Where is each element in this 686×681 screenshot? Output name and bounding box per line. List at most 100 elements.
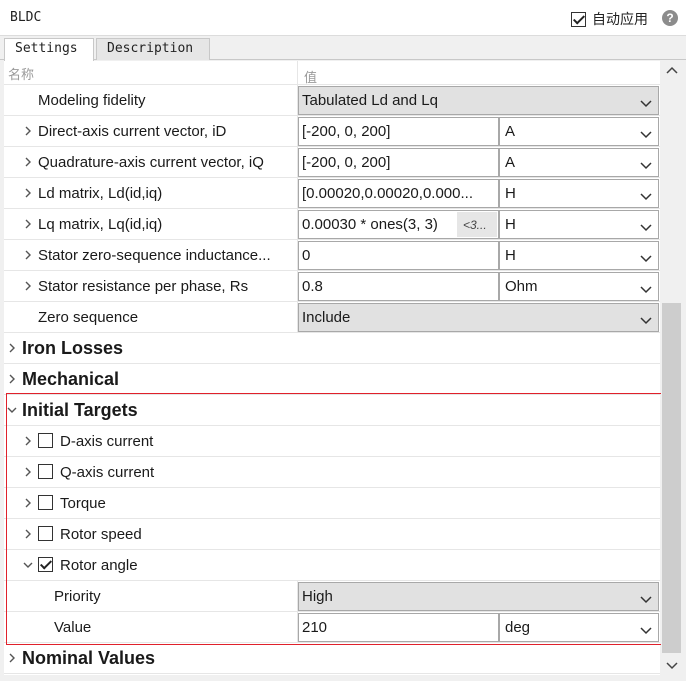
chevron-right-icon[interactable] — [6, 652, 18, 664]
value-column-header: 值 — [304, 70, 318, 85]
lq-matrix-unit-dropdown[interactable]: H — [499, 210, 659, 239]
iq-vector-input[interactable]: [-200, 0, 200] — [298, 148, 499, 177]
q-axis-checkbox[interactable] — [38, 464, 53, 479]
scrollbar-thumb[interactable] — [662, 303, 681, 653]
target-row-value: Value 210 deg — [4, 612, 660, 643]
chevron-down-icon — [640, 189, 652, 201]
chevron-down-icon — [640, 251, 652, 263]
rotor-angle-checkbox[interactable] — [38, 557, 53, 572]
window-title: BLDC — [10, 10, 42, 25]
rotor-angle-unit-dropdown[interactable]: deg — [499, 613, 659, 642]
chevron-down-icon — [640, 592, 652, 604]
torque-checkbox[interactable] — [38, 495, 53, 510]
stator-zero-seq-unit-dropdown[interactable]: H — [499, 241, 659, 270]
target-row-rotor-angle: Rotor angle — [4, 550, 660, 581]
target-label: Q-axis current — [60, 463, 155, 481]
target-label: Rotor speed — [60, 525, 142, 543]
chevron-right-icon[interactable] — [22, 528, 34, 540]
iq-vector-unit-dropdown[interactable]: A — [499, 148, 659, 177]
param-row-lq-matrix: Lq matrix, Lq(id,iq) 0.00030 * ones(3, 3… — [4, 209, 660, 240]
target-row-priority: Priority High — [4, 581, 660, 612]
ld-matrix-unit-dropdown[interactable]: H — [499, 179, 659, 208]
stator-resistance-unit-dropdown[interactable]: Ohm — [499, 272, 659, 301]
chevron-right-icon[interactable] — [22, 249, 34, 261]
target-row-rotor-speed: Rotor speed — [4, 519, 660, 550]
chevron-right-icon[interactable] — [22, 125, 34, 137]
rotor-speed-checkbox[interactable] — [38, 526, 53, 541]
chevron-right-icon[interactable] — [6, 373, 18, 385]
target-label: Torque — [60, 494, 106, 512]
section-mechanical[interactable]: Mechanical — [4, 364, 660, 395]
param-row-iq-vector: Quadrature-axis current vector, iQ [-200… — [4, 147, 660, 178]
name-column-header: 名称 — [8, 66, 35, 82]
section-label: Nominal Values — [22, 647, 156, 668]
tab-description[interactable]: Description — [96, 38, 210, 60]
ld-matrix-input[interactable]: [0.00020,0.00020,0.000... — [298, 179, 499, 208]
scroll-down-arrow-icon[interactable] — [661, 657, 682, 675]
target-row-torque: Torque — [4, 488, 660, 519]
title-bar: BLDC 自动应用 ? — [0, 0, 686, 36]
modeling-fidelity-dropdown[interactable]: Tabulated Ld and Lq — [298, 86, 659, 115]
matrix-size-tag[interactable]: <3... — [457, 212, 497, 237]
chevron-down-icon[interactable] — [22, 559, 34, 571]
lq-matrix-input[interactable]: 0.00030 * ones(3, 3) <3... — [298, 210, 499, 239]
chevron-right-icon[interactable] — [22, 497, 34, 509]
section-initial-targets[interactable]: Initial Targets — [4, 395, 660, 426]
param-row-stator-zero-sequence: Stator zero-sequence inductance... 0 H — [4, 240, 660, 271]
param-row-id-vector: Direct-axis current vector, iD [-200, 0,… — [4, 116, 660, 147]
section-label: Iron Losses — [22, 337, 124, 358]
id-vector-unit-dropdown[interactable]: A — [499, 117, 659, 146]
param-row-modeling-fidelity: Modeling fidelity Tabulated Ld and Lq — [4, 85, 660, 116]
chevron-down-icon — [640, 623, 652, 635]
chevron-down-icon — [640, 158, 652, 170]
param-label: Zero sequence — [38, 308, 139, 326]
priority-dropdown[interactable]: High — [298, 582, 659, 611]
id-vector-input[interactable]: [-200, 0, 200] — [298, 117, 499, 146]
vertical-scrollbar[interactable] — [661, 61, 682, 675]
chevron-right-icon[interactable] — [22, 435, 34, 447]
chevron-right-icon[interactable] — [22, 218, 34, 230]
chevron-down-icon — [640, 220, 652, 232]
param-label: Lq matrix, Lq(id,iq) — [38, 215, 163, 233]
zero-sequence-dropdown[interactable]: Include — [298, 303, 659, 332]
section-label: Mechanical — [22, 368, 120, 389]
grid-header: 名称 值 — [4, 61, 660, 85]
param-label: Ld matrix, Ld(id,iq) — [38, 184, 163, 202]
target-row-d-axis: D-axis current — [4, 426, 660, 457]
section-nominal-values[interactable]: Nominal Values — [4, 643, 660, 674]
param-row-ld-matrix: Ld matrix, Ld(id,iq) [0.00020,0.00020,0.… — [4, 178, 660, 209]
chevron-down-icon — [640, 96, 652, 108]
param-row-zero-sequence: Zero sequence Include — [4, 302, 660, 333]
tab-settings[interactable]: Settings — [4, 38, 94, 61]
chevron-right-icon[interactable] — [22, 280, 34, 292]
property-grid: 名称 值 Modeling fidelity Tabulated Ld and … — [4, 61, 660, 675]
chevron-right-icon[interactable] — [6, 342, 18, 354]
param-label: Stator resistance per phase, Rs — [38, 277, 249, 295]
auto-apply-toggle[interactable]: 自动应用 — [571, 9, 648, 29]
target-label: D-axis current — [60, 432, 154, 450]
section-iron-losses[interactable]: Iron Losses — [4, 333, 660, 364]
param-label: Value — [54, 618, 92, 636]
d-axis-checkbox[interactable] — [38, 433, 53, 448]
chevron-right-icon[interactable] — [22, 187, 34, 199]
stator-resistance-input[interactable]: 0.8 — [298, 272, 499, 301]
param-label: Quadrature-axis current vector, iQ — [38, 153, 264, 171]
stator-zero-seq-input[interactable]: 0 — [298, 241, 499, 270]
rotor-angle-value-input[interactable]: 210 — [298, 613, 499, 642]
chevron-down-icon — [640, 313, 652, 325]
chevron-down-icon — [640, 127, 652, 139]
chevron-right-icon[interactable] — [22, 466, 34, 478]
chevron-down-icon[interactable] — [6, 404, 18, 416]
param-label: Priority — [54, 587, 101, 605]
section-label: Initial Targets — [22, 399, 138, 420]
param-label: Stator zero-sequence inductance... — [38, 246, 271, 264]
auto-apply-label: 自动应用 — [592, 11, 648, 27]
param-label: Modeling fidelity — [38, 91, 146, 109]
chevron-down-icon — [640, 282, 652, 294]
auto-apply-checkbox[interactable] — [571, 11, 586, 27]
target-label: Rotor angle — [60, 556, 138, 574]
help-icon[interactable]: ? — [662, 10, 678, 26]
chevron-right-icon[interactable] — [22, 156, 34, 168]
target-row-q-axis: Q-axis current — [4, 457, 660, 488]
scroll-up-arrow-icon[interactable] — [661, 61, 682, 79]
